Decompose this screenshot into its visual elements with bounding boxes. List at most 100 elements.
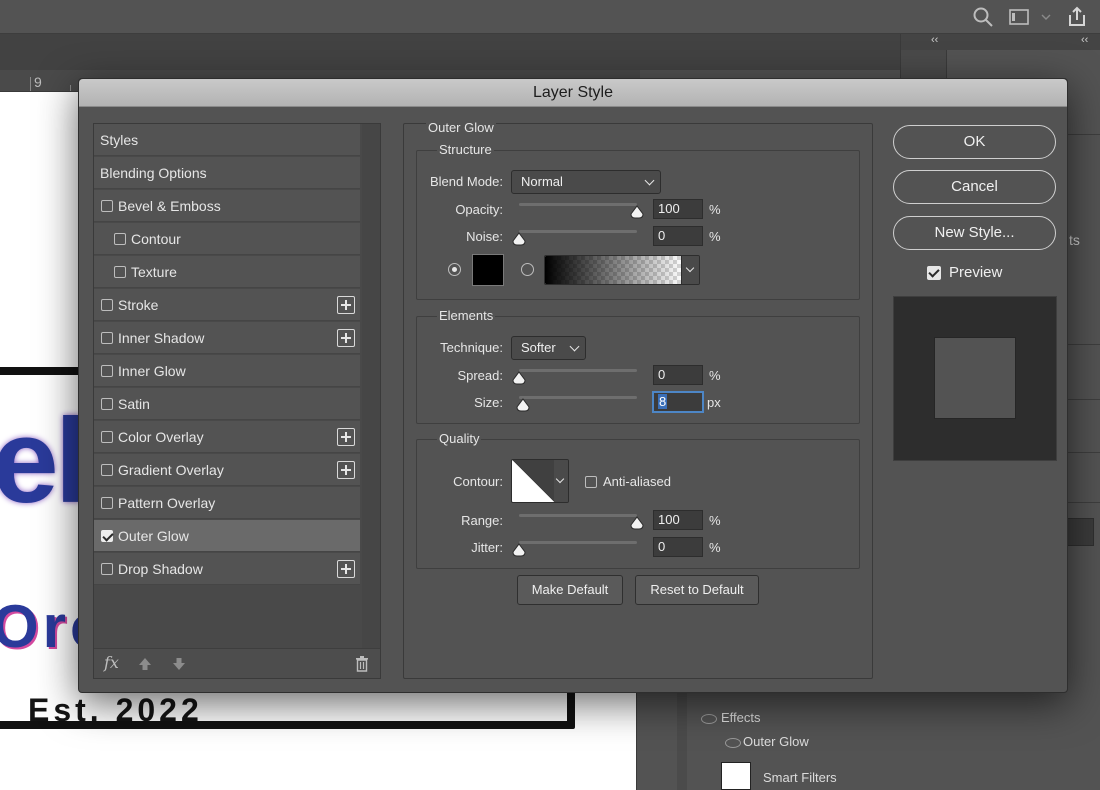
share-icon[interactable] <box>1066 6 1088 28</box>
preview-thumbnail <box>934 337 1016 419</box>
style-item-label: Blending Options <box>100 165 207 181</box>
style-checkbox[interactable] <box>114 266 126 278</box>
technique-value: Softer <box>521 340 556 355</box>
style-checkbox[interactable] <box>101 332 113 344</box>
collapse-icon[interactable]: ‹‹ <box>1081 34 1088 46</box>
style-item-label: Inner Shadow <box>118 330 205 346</box>
logo-est-text: Est. 2022 <box>28 692 203 728</box>
style-checkbox[interactable] <box>101 530 113 542</box>
add-icon[interactable] <box>337 329 355 347</box>
blend-mode-select[interactable]: Normal <box>511 170 661 194</box>
opacity-input[interactable]: 100 <box>653 199 703 219</box>
size-slider-handle[interactable] <box>516 398 530 412</box>
opacity-value: 100 <box>658 201 680 216</box>
ok-button[interactable]: OK <box>893 125 1056 159</box>
noise-slider[interactable] <box>519 230 637 233</box>
cancel-button[interactable]: Cancel <box>893 170 1056 204</box>
preview-label[interactable]: Preview <box>949 264 1002 281</box>
opacity-slider[interactable] <box>519 203 637 206</box>
style-item-label: Color Overlay <box>118 429 204 445</box>
style-item-color-overlay[interactable]: Color Overlay <box>94 421 360 453</box>
style-checkbox[interactable] <box>101 431 113 443</box>
reset-to-default-button[interactable]: Reset to Default <box>635 575 759 605</box>
chevron-down-icon[interactable] <box>554 460 568 502</box>
style-item-inner-glow[interactable]: Inner Glow <box>94 355 360 387</box>
move-down-icon[interactable] <box>170 655 188 673</box>
style-item-styles[interactable]: Styles <box>94 124 360 156</box>
layer-effects-label[interactable]: Effects <box>721 710 761 725</box>
noise-slider-handle[interactable] <box>512 232 526 246</box>
anti-aliased-checkbox[interactable] <box>585 476 597 488</box>
add-icon[interactable] <box>337 296 355 314</box>
layer-smart-filters-label[interactable]: Smart Filters <box>763 770 837 785</box>
opacity-slider-handle[interactable] <box>630 205 644 219</box>
contour-picker[interactable] <box>511 459 569 503</box>
style-item-blending-options[interactable]: Blending Options <box>94 157 360 189</box>
style-item-contour[interactable]: Contour <box>94 223 360 255</box>
styles-scrollbar[interactable] <box>362 124 380 648</box>
style-checkbox[interactable] <box>101 497 113 509</box>
workspace-icon[interactable] <box>1008 6 1030 28</box>
style-item-bevel-emboss[interactable]: Bevel & Emboss <box>94 190 360 222</box>
dialog-title[interactable]: Layer Style <box>79 79 1067 107</box>
spread-slider-handle[interactable] <box>512 371 526 385</box>
size-input[interactable]: 8 <box>653 392 703 412</box>
layer-outer-glow-label[interactable]: Outer Glow <box>743 734 809 749</box>
preview-checkbox[interactable] <box>927 266 941 280</box>
jitter-slider-handle[interactable] <box>512 543 526 557</box>
size-slider[interactable] <box>519 396 637 399</box>
style-checkbox[interactable] <box>101 299 113 311</box>
new-style-button[interactable]: New Style... <box>893 216 1056 250</box>
fx-button[interactable]: fx <box>104 653 119 672</box>
style-checkbox[interactable] <box>101 464 113 476</box>
style-item-drop-shadow[interactable]: Drop Shadow <box>94 553 360 585</box>
noise-input[interactable]: 0 <box>653 226 703 246</box>
style-item-label: Stroke <box>118 297 159 313</box>
style-item-pattern-overlay[interactable]: Pattern Overlay <box>94 487 360 519</box>
preview-box <box>893 296 1057 461</box>
eye-icon[interactable] <box>725 738 741 748</box>
trash-icon[interactable] <box>354 655 370 673</box>
style-item-gradient-overlay[interactable]: Gradient Overlay <box>94 454 360 486</box>
technique-select[interactable]: Softer <box>511 336 586 360</box>
layer-thumbnail[interactable] <box>721 762 751 790</box>
add-icon[interactable] <box>337 428 355 446</box>
anti-aliased-label[interactable]: Anti-aliased <box>603 474 671 489</box>
style-checkbox[interactable] <box>101 398 113 410</box>
style-item-satin[interactable]: Satin <box>94 388 360 420</box>
gradient-radio[interactable] <box>521 263 534 276</box>
range-slider-handle[interactable] <box>630 516 644 530</box>
gradient-picker[interactable] <box>544 255 700 285</box>
color-radio[interactable] <box>448 263 461 276</box>
jitter-input[interactable]: 0 <box>653 537 703 557</box>
make-default-button[interactable]: Make Default <box>517 575 623 605</box>
section-title: Outer Glow <box>426 120 496 135</box>
style-checkbox[interactable] <box>101 563 113 575</box>
style-checkbox[interactable] <box>114 233 126 245</box>
style-item-label: Inner Glow <box>118 363 186 379</box>
range-input[interactable]: 100 <box>653 510 703 530</box>
chevron-down-icon[interactable] <box>1040 6 1052 28</box>
style-item-label: Drop Shadow <box>118 561 203 577</box>
blend-mode-value: Normal <box>521 174 563 189</box>
search-icon[interactable] <box>972 6 994 28</box>
add-icon[interactable] <box>337 560 355 578</box>
style-checkbox[interactable] <box>101 365 113 377</box>
elements-title: Elements <box>437 308 496 323</box>
range-slider[interactable] <box>519 514 637 517</box>
move-up-icon[interactable] <box>136 655 154 673</box>
style-checkbox[interactable] <box>101 200 113 212</box>
add-icon[interactable] <box>337 461 355 479</box>
style-item-outer-glow[interactable]: Outer Glow <box>94 520 360 552</box>
style-item-inner-shadow[interactable]: Inner Shadow <box>94 322 360 354</box>
chevron-down-icon[interactable] <box>681 256 699 284</box>
style-item-stroke[interactable]: Stroke <box>94 289 360 321</box>
collapse-icon[interactable]: ‹‹ <box>931 34 938 46</box>
eye-icon[interactable] <box>701 714 717 724</box>
jitter-slider[interactable] <box>519 541 637 544</box>
spread-input[interactable]: 0 <box>653 365 703 385</box>
style-item-texture[interactable]: Texture <box>94 256 360 288</box>
spread-slider[interactable] <box>519 369 637 372</box>
glow-color-swatch[interactable] <box>472 254 504 286</box>
range-value: 100 <box>658 512 680 527</box>
